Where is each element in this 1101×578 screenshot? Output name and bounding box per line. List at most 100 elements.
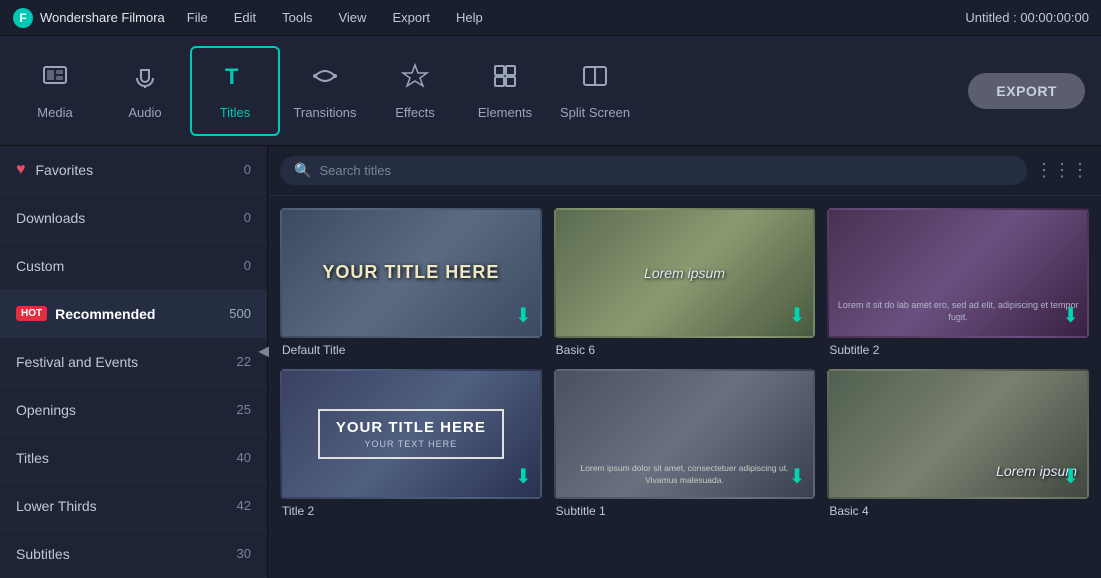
thumb-title2: YOUR TITLE HERE YOUR TEXT HERE ⬇	[280, 369, 542, 499]
download-icon-subtitle2: ⬇	[1062, 303, 1079, 328]
sidebar-count-custom: 0	[223, 258, 251, 273]
sidebar-item-recommended[interactable]: HOT Recommended 500	[0, 290, 267, 338]
search-bar: 🔍 ⋮⋮⋮	[268, 146, 1101, 196]
thumb-subtitle1: Lorem ipsum dolor sit amet, consectetuer…	[554, 369, 816, 499]
app-logo-icon: F	[12, 7, 34, 29]
sidebar-label-lowerthirds: Lower Thirds	[16, 498, 223, 514]
sidebar-count-openings: 25	[223, 402, 251, 417]
toolbar: Media Audio T Titles Transi	[0, 36, 1101, 146]
thumb-basic6: Lorem ipsum ⬇	[554, 208, 816, 338]
sidebar-count-favorites: 0	[223, 162, 251, 177]
menu-help[interactable]: Help	[452, 8, 487, 27]
thumb-text-default: YOUR TITLE HERE	[322, 262, 499, 284]
grid-label-basic6: Basic 6	[554, 343, 816, 357]
menu-export[interactable]: Export	[388, 8, 434, 27]
sidebar-label-titles: Titles	[16, 450, 223, 466]
title-bar: F Wondershare Filmora File Edit Tools Vi…	[0, 0, 1101, 36]
transitions-label: Transitions	[293, 105, 356, 120]
download-icon-title2: ⬇	[515, 464, 532, 489]
sidebar-item-custom[interactable]: Custom 0	[0, 242, 267, 290]
audio-icon	[131, 62, 159, 97]
sidebar-item-titles[interactable]: Titles 40	[0, 434, 267, 482]
project-title: Untitled : 00:00:00:00	[965, 10, 1089, 25]
sidebar-collapse-arrow[interactable]: ◀	[258, 343, 269, 360]
titles-grid: YOUR TITLE HERE ⬇ Default Title Lorem ip…	[268, 196, 1101, 556]
svg-text:T: T	[225, 64, 239, 89]
elements-label: Elements	[478, 105, 532, 120]
media-label: Media	[37, 105, 72, 120]
sidebar-label-custom: Custom	[16, 258, 223, 274]
tool-effects[interactable]: Effects	[370, 46, 460, 136]
sidebar-count-subtitles: 30	[223, 546, 251, 561]
thumb-title2-sub: YOUR TEXT HERE	[364, 439, 457, 449]
thumb-subtitle2: Lorem it sit do lab amet ero, sed ad eli…	[827, 208, 1089, 338]
sidebar-item-subtitles[interactable]: Subtitles 30	[0, 530, 267, 578]
grid-item-subtitle1[interactable]: Lorem ipsum dolor sit amet, consectetuer…	[554, 369, 816, 518]
app-logo-area: F Wondershare Filmora	[12, 7, 165, 29]
sidebar-label-favorites: Favorites	[36, 162, 224, 178]
elements-icon	[491, 62, 519, 97]
search-input-wrapper: 🔍	[280, 156, 1027, 185]
sidebar-item-lowerthirds[interactable]: Lower Thirds 42	[0, 482, 267, 530]
tool-elements[interactable]: Elements	[460, 46, 550, 136]
menu-tools[interactable]: Tools	[278, 8, 316, 27]
sidebar-label-festival: Festival and Events	[16, 354, 223, 370]
effects-label: Effects	[395, 105, 435, 120]
sidebar-count-lowerthirds: 42	[223, 498, 251, 513]
sidebar-count-titles: 40	[223, 450, 251, 465]
grid-item-title2[interactable]: YOUR TITLE HERE YOUR TEXT HERE ⬇ Title 2	[280, 369, 542, 518]
heart-icon: ♥	[16, 161, 26, 179]
sidebar-count-festival: 22	[223, 354, 251, 369]
sidebar-item-favorites[interactable]: ♥ Favorites 0	[0, 146, 267, 194]
main-area: ♥ Favorites 0 Downloads 0 Custom 0 HOT R…	[0, 146, 1101, 556]
transitions-icon	[311, 62, 339, 97]
audio-label: Audio	[128, 105, 161, 120]
grid-item-basic6[interactable]: Lorem ipsum ⬇ Basic 6	[554, 208, 816, 357]
search-icon: 🔍	[294, 162, 311, 179]
sidebar-item-downloads[interactable]: Downloads 0	[0, 194, 267, 242]
thumb-title2-box: YOUR TITLE HERE YOUR TEXT HERE	[318, 409, 504, 459]
content-panel: 🔍 ⋮⋮⋮ YOUR TITLE HERE ⬇ Default Title Lo…	[268, 146, 1101, 556]
thumb-basic4: Lorem ipsum ⬇	[827, 369, 1089, 499]
tool-media[interactable]: Media	[10, 46, 100, 136]
sidebar-label-downloads: Downloads	[16, 210, 223, 226]
tool-titles[interactable]: T Titles	[190, 46, 280, 136]
splitscreen-label: Split Screen	[560, 105, 630, 120]
titles-label: Titles	[220, 105, 251, 120]
grid-options-icon[interactable]: ⋮⋮⋮	[1035, 160, 1089, 181]
thumb-text-basic6: Lorem ipsum	[644, 265, 725, 281]
grid-item-default-title[interactable]: YOUR TITLE HERE ⬇ Default Title	[280, 208, 542, 357]
titles-icon: T	[221, 62, 249, 97]
download-icon-basic4: ⬇	[1062, 464, 1079, 489]
download-icon-default: ⬇	[515, 303, 532, 328]
media-icon	[41, 62, 69, 97]
grid-label-subtitle2: Subtitle 2	[827, 343, 1089, 357]
title-bar-left: F Wondershare Filmora File Edit Tools Vi…	[12, 7, 487, 29]
effects-icon	[401, 62, 429, 97]
tool-audio[interactable]: Audio	[100, 46, 190, 136]
thumb-default-title: YOUR TITLE HERE ⬇	[280, 208, 542, 338]
grid-label-title2: Title 2	[280, 504, 542, 518]
sidebar-container: ♥ Favorites 0 Downloads 0 Custom 0 HOT R…	[0, 146, 268, 556]
menu-edit[interactable]: Edit	[230, 8, 260, 27]
export-button[interactable]: EXPORT	[968, 73, 1085, 109]
thumb-text-subtitle2: Lorem it sit do lab amet ero, sed ad eli…	[837, 299, 1079, 324]
sidebar-item-openings[interactable]: Openings 25	[0, 386, 267, 434]
menu-view[interactable]: View	[334, 8, 370, 27]
sidebar-label-recommended: Recommended	[55, 306, 223, 322]
tool-splitscreen[interactable]: Split Screen	[550, 46, 640, 136]
download-icon-subtitle1: ⬇	[789, 464, 806, 489]
sidebar-label-subtitles: Subtitles	[16, 546, 223, 562]
hot-badge: HOT	[16, 306, 47, 321]
search-input[interactable]	[319, 163, 1013, 178]
thumb-text-subtitle1: Lorem ipsum dolor sit amet, consectetuer…	[564, 463, 806, 487]
sidebar-item-festival[interactable]: Festival and Events 22	[0, 338, 267, 386]
grid-item-basic4[interactable]: Lorem ipsum ⬇ Basic 4	[827, 369, 1089, 518]
splitscreen-icon	[581, 62, 609, 97]
grid-label-default-title: Default Title	[280, 343, 542, 357]
grid-label-basic4: Basic 4	[827, 504, 1089, 518]
grid-item-subtitle2[interactable]: Lorem it sit do lab amet ero, sed ad eli…	[827, 208, 1089, 357]
tool-transitions[interactable]: Transitions	[280, 46, 370, 136]
svg-text:F: F	[19, 11, 26, 25]
menu-file[interactable]: File	[183, 8, 212, 27]
